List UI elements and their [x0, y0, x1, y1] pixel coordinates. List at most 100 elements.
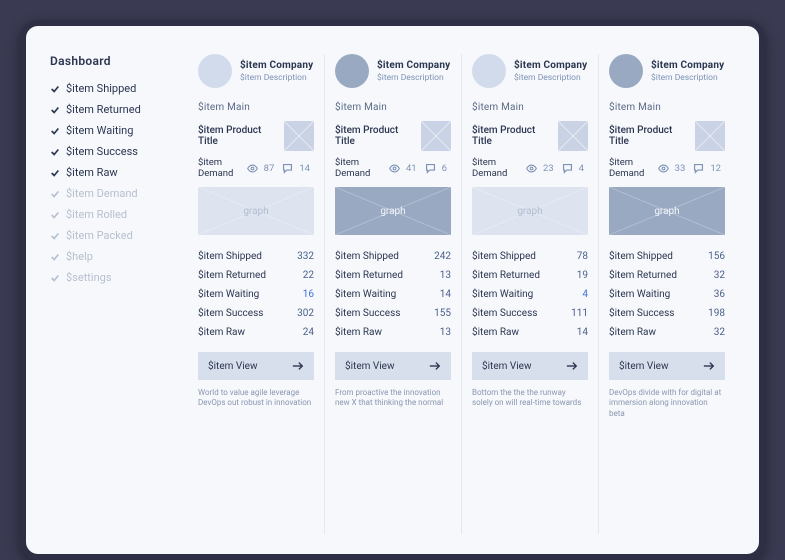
main-label: $item Main — [335, 102, 451, 113]
comment-icon — [562, 163, 573, 174]
stat-value: 19 — [577, 270, 588, 281]
stat-row-raw: $item Raw 32 — [609, 323, 725, 342]
stat-label: $item Success — [335, 308, 400, 319]
sidebar-list: $item Shipped $item Returned $item Waiti… — [50, 78, 170, 288]
check-icon — [50, 84, 60, 94]
stat-row-raw: $item Raw 14 — [472, 323, 588, 342]
stat-label: $item Waiting — [198, 289, 259, 300]
check-icon — [50, 210, 60, 220]
company-info: $item Company $item Description — [514, 60, 587, 83]
stat-label: $item Raw — [198, 327, 245, 338]
sidebar-item-3[interactable]: $item Success — [50, 141, 170, 162]
check-icon — [50, 252, 60, 262]
views-count: 23 — [543, 163, 554, 174]
eye-icon — [247, 163, 258, 174]
sidebar-item-label: $item Packed — [66, 229, 133, 242]
stat-row-raw: $item Raw 24 — [198, 323, 314, 342]
columns-container: $item Company $item Description $item Ma… — [188, 54, 735, 534]
stat-label: $item Waiting — [609, 289, 670, 300]
stat-label: $item Success — [609, 308, 674, 319]
stat-label: $item Raw — [472, 327, 519, 338]
arrow-right-icon — [429, 361, 441, 371]
view-button[interactable]: $item View — [472, 352, 588, 380]
stat-value: 32 — [714, 270, 725, 281]
check-icon — [50, 147, 60, 157]
sidebar-item-label: $item Returned — [66, 103, 141, 116]
sidebar-item-label: $item Shipped — [66, 82, 136, 95]
stat-label: $item Raw — [609, 327, 656, 338]
sidebar-item-5[interactable]: $item Demand — [50, 183, 170, 204]
stat-value: 13 — [440, 270, 451, 281]
view-button[interactable]: $item View — [198, 352, 314, 380]
stat-label: $item Raw — [335, 327, 382, 338]
stat-row-shipped: $item Shipped 78 — [472, 247, 588, 266]
column-3: $item Company $item Description $item Ma… — [599, 54, 735, 534]
stat-label: $item Returned — [472, 270, 540, 281]
company-description: $item Description — [240, 73, 313, 83]
company-description: $item Description — [377, 73, 450, 83]
sidebar-item-9[interactable]: $settings — [50, 267, 170, 288]
stat-row-shipped: $item Shipped 156 — [609, 247, 725, 266]
view-button[interactable]: $item View — [335, 352, 451, 380]
arrow-right-icon — [566, 361, 578, 371]
company-info: $item Company $item Description — [240, 60, 313, 83]
product-row: $item Product Title — [198, 121, 314, 151]
sidebar-item-2[interactable]: $item Waiting — [50, 120, 170, 141]
product-title: $item Product Title — [198, 125, 278, 147]
stat-label: $item Success — [472, 308, 537, 319]
stat-row-returned: $item Returned 22 — [198, 266, 314, 285]
sidebar-item-4[interactable]: $item Raw — [50, 162, 170, 183]
stat-value: 14 — [577, 327, 588, 338]
company-avatar — [335, 54, 369, 88]
stat-value: 14 — [440, 289, 451, 300]
stat-label: $item Returned — [198, 270, 266, 281]
company-info: $item Company $item Description — [651, 60, 724, 83]
stat-row-returned: $item Returned 13 — [335, 266, 451, 285]
stat-label: $item Waiting — [335, 289, 396, 300]
stat-row-shipped: $item Shipped 242 — [335, 247, 451, 266]
column-1: $item Company $item Description $item Ma… — [325, 54, 462, 534]
sidebar-item-0[interactable]: $item Shipped — [50, 78, 170, 99]
company-description: $item Description — [651, 73, 724, 83]
column-footer: From proactive the innovation new X that… — [335, 388, 451, 409]
product-thumbnail — [284, 121, 314, 151]
stat-value: 242 — [434, 251, 451, 262]
demand-label: $item Demand — [335, 157, 385, 179]
view-button[interactable]: $item View — [609, 352, 725, 380]
comment-icon — [282, 163, 293, 174]
stat-row-returned: $item Returned 32 — [609, 266, 725, 285]
stat-value: 36 — [714, 289, 725, 300]
stat-row-shipped: $item Shipped 332 — [198, 247, 314, 266]
comment-icon — [425, 163, 436, 174]
view-button-label: $item View — [208, 361, 258, 372]
graph-placeholder: graph — [198, 187, 314, 235]
stat-row-waiting: $item Waiting 14 — [335, 285, 451, 304]
stat-value: 78 — [577, 251, 588, 262]
check-icon — [50, 168, 60, 178]
comments-count: 12 — [710, 163, 721, 174]
column-0: $item Company $item Description $item Ma… — [188, 54, 325, 534]
sidebar-item-label: $item Raw — [66, 166, 118, 179]
stat-row-success: $item Success 155 — [335, 304, 451, 323]
stat-label: $item Returned — [609, 270, 677, 281]
column-header: $item Company $item Description — [472, 54, 588, 88]
sidebar-item-7[interactable]: $item Packed — [50, 225, 170, 246]
demand-row: $item Demand 87 14 — [198, 157, 314, 179]
views-count: 41 — [406, 163, 417, 174]
demand-label: $item Demand — [198, 157, 243, 179]
stat-row-waiting: $item Waiting 36 — [609, 285, 725, 304]
column-footer: DevOps divide with for digital at immers… — [609, 388, 725, 419]
stat-value: 198 — [708, 308, 725, 319]
sidebar-item-6[interactable]: $item Rolled — [50, 204, 170, 225]
view-button-label: $item View — [482, 361, 532, 372]
arrow-right-icon — [703, 361, 715, 371]
sidebar-item-8[interactable]: $help — [50, 246, 170, 267]
column-header: $item Company $item Description — [198, 54, 314, 88]
view-button-label: $item View — [619, 361, 669, 372]
sidebar-item-label: $settings — [66, 271, 112, 284]
column-footer: Bottom the the the runway solely on will… — [472, 388, 588, 409]
product-thumbnail — [558, 121, 588, 151]
company-avatar — [198, 54, 232, 88]
views-count: 33 — [675, 163, 686, 174]
sidebar-item-1[interactable]: $item Returned — [50, 99, 170, 120]
